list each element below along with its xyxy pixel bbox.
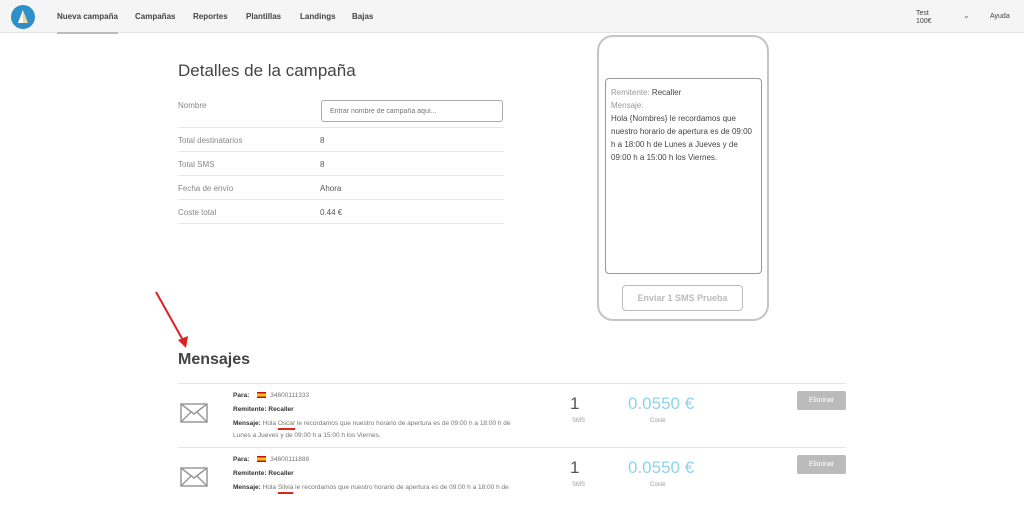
sms-count: 1	[570, 394, 580, 413]
top-navbar: Nueva campaña Campañas Reportes Plantill…	[0, 0, 1024, 34]
message-start: Hola	[262, 484, 278, 491]
recipient-phone: 34600111333	[270, 392, 310, 399]
nav-bajas[interactable]: Bajas	[352, 12, 373, 21]
recipient-name: Silvia	[277, 484, 294, 491]
detail-value: 0.44 €	[320, 208, 343, 217]
delete-button[interactable]: Eliminar	[797, 391, 846, 410]
detail-label: Total destinatarios	[178, 136, 243, 145]
preview-sender: Recaller	[651, 88, 682, 97]
detail-label: Coste total	[178, 208, 217, 217]
to-label: Para:	[233, 456, 250, 463]
account-name[interactable]: Test	[916, 10, 929, 17]
cost-value: 0.0550 €	[628, 458, 695, 477]
campaign-name-input[interactable]	[321, 100, 503, 122]
sms-label: SMS	[572, 482, 586, 488]
spain-flag-icon	[257, 392, 267, 399]
nav-reportes[interactable]: Reportes	[193, 12, 228, 21]
detail-label: Total SMS	[178, 160, 215, 169]
sms-label: SMS	[572, 418, 586, 424]
delete-button[interactable]: Eliminar	[797, 455, 846, 474]
cost-label: Coste	[650, 418, 666, 424]
detail-value: 8	[320, 136, 325, 145]
detail-value: Ahora	[320, 184, 342, 193]
preview-sender-label: Remitente:	[611, 88, 650, 97]
send-test-sms-button[interactable]: Enviar 1 SMS Prueba	[622, 285, 743, 311]
to-label: Para:	[233, 392, 250, 399]
message-rest-line: Lunes a Jueves y de 09:00 h a 15:00 h lo…	[233, 432, 381, 439]
phone-screen: Remitente: Recaller Mensaje: Hola {Nombr…	[605, 78, 762, 274]
details-title: Detalles de la campaña	[178, 61, 356, 80]
sender-name: Recaller	[268, 406, 294, 413]
detail-label: Nombre	[178, 101, 207, 110]
messages-title: Mensajes	[178, 351, 251, 368]
envelope-icon	[180, 403, 208, 423]
nav-nueva-campana[interactable]: Nueva campaña	[57, 12, 118, 34]
preview-message: Hola {Nombres} le recordamos que nuestro…	[611, 114, 752, 162]
help-link[interactable]: Ayuda	[990, 13, 1010, 20]
envelope-icon	[180, 467, 208, 487]
cost-label: Coste	[650, 482, 666, 488]
message-label: Mensaje:	[233, 484, 261, 491]
sender-name: Recaller	[268, 470, 294, 477]
sms-count: 1	[570, 458, 580, 477]
recipient-name: Oscar	[277, 420, 296, 427]
message-rest: le recordamos que nuestro horario de ape…	[293, 484, 509, 491]
sender-label: Remitente:	[233, 406, 267, 413]
recipient-phone: 34600111888	[270, 456, 310, 463]
sender-label: Remitente:	[233, 470, 267, 477]
message-label: Mensaje:	[233, 420, 261, 427]
chevron-down-icon[interactable]: ⌄	[963, 11, 970, 20]
detail-row: Total SMS 8	[178, 152, 504, 176]
message-card: Para: 34600111888 Remitente: Recaller Men…	[178, 447, 846, 510]
annotation-arrow-icon	[155, 291, 188, 348]
account-balance: 100€	[916, 18, 932, 25]
nav-campanas[interactable]: Campañas	[135, 12, 175, 21]
detail-row: Coste total 0.44 €	[178, 200, 504, 224]
message-start: Hola	[262, 420, 278, 427]
message-card: Para: 34600111333 Remitente: Recaller Men…	[178, 383, 846, 446]
message-rest: le recordamos que nuestro horario de ape…	[295, 420, 511, 427]
nav-landings[interactable]: Landings	[300, 12, 336, 21]
cost-value: 0.0550 €	[628, 394, 695, 413]
detail-row: Fecha de envío Ahora	[178, 176, 504, 200]
spain-flag-icon	[257, 456, 267, 463]
detail-value: 8	[320, 160, 325, 169]
nav-plantillas[interactable]: Plantillas	[246, 12, 281, 21]
preview-message-label: Mensaje:	[611, 101, 644, 110]
logo[interactable]	[11, 5, 35, 29]
detail-row: Total destinatarios 8	[178, 128, 504, 152]
detail-label: Fecha de envío	[178, 184, 234, 193]
